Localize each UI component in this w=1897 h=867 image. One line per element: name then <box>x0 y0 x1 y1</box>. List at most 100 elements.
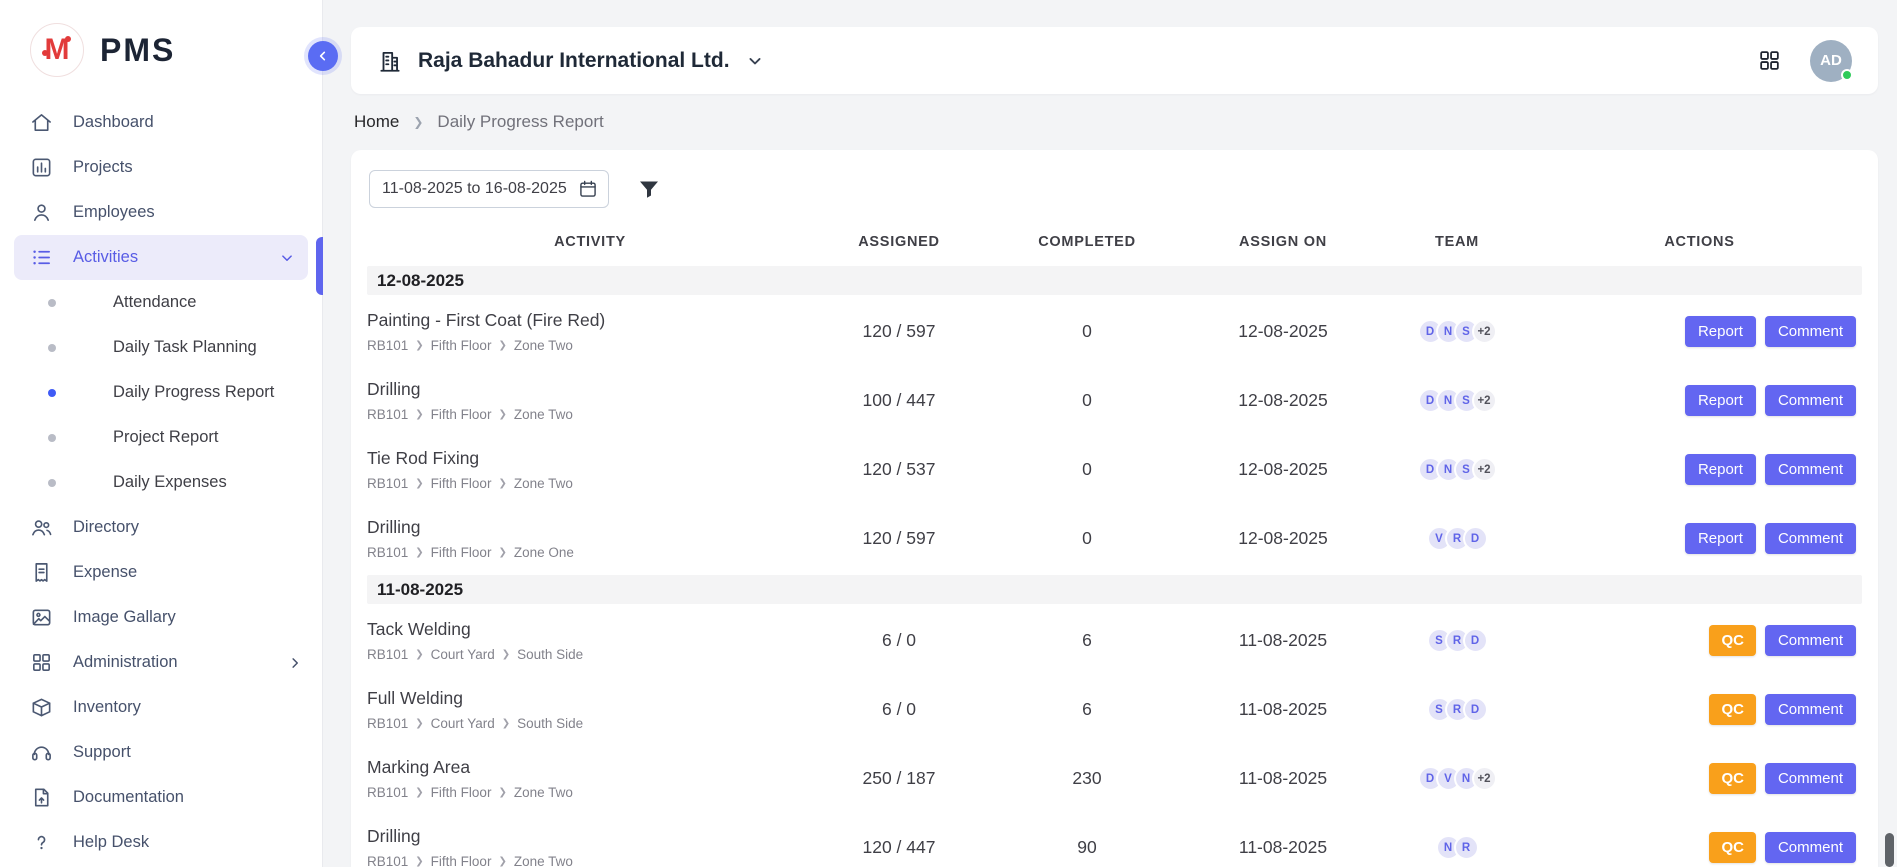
company-selector[interactable]: Raja Bahadur International Ltd. <box>377 48 765 74</box>
table-header: ACTIVITY ASSIGNED COMPLETED ASSIGN ON TE… <box>367 220 1862 264</box>
qc-button[interactable]: QC <box>1709 832 1756 863</box>
sidebar-item-expense[interactable]: Expense <box>0 550 322 595</box>
breadcrumb-separator-icon: ❯ <box>413 115 423 129</box>
completed-value: 6 <box>985 630 1189 651</box>
team-avatars: VRD <box>1377 526 1537 551</box>
row-actions: QC Comment <box>1537 763 1862 794</box>
breadcrumb-home[interactable]: Home <box>354 112 399 132</box>
activity-path: RB101❯Court Yard❯South Side <box>367 647 813 662</box>
group-date-label: 11-08-2025 <box>377 580 463 600</box>
activity-cell: Painting - First Coat (Fire Red) RB101❯F… <box>367 310 813 353</box>
sidebar-item-support[interactable]: Support <box>0 730 322 775</box>
column-header-assign-on: ASSIGN ON <box>1189 234 1377 250</box>
sidebar-subitem-label: Daily Progress Report <box>113 383 274 402</box>
qc-button[interactable]: QC <box>1709 763 1756 794</box>
path-separator-icon: ❯ <box>498 340 506 351</box>
report-button[interactable]: Report <box>1685 316 1756 347</box>
activity-path: RB101❯Fifth Floor❯Zone Two <box>367 476 813 491</box>
table-row: Painting - First Coat (Fire Red) RB101❯F… <box>367 297 1862 366</box>
vertical-scrollbar-thumb[interactable] <box>1885 833 1894 867</box>
activity-path: RB101❯Fifth Floor❯Zone Two <box>367 785 813 800</box>
comment-button[interactable]: Comment <box>1765 832 1856 863</box>
activity-cell: Drilling RB101❯Fifth Floor❯Zone Two <box>367 826 813 867</box>
bullet-icon <box>48 389 56 397</box>
user-avatar[interactable]: AD <box>1810 40 1852 82</box>
employees-icon <box>30 201 53 224</box>
sidebar-item-help-desk[interactable]: Help Desk <box>0 820 322 865</box>
qc-button[interactable]: QC <box>1709 694 1756 725</box>
breadcrumb: Home ❯ Daily Progress Report <box>323 94 1897 150</box>
sidebar-item-image-gallary[interactable]: Image Gallary <box>0 595 322 640</box>
path-segment: RB101 <box>367 338 408 353</box>
avatar-initials: AD <box>1820 52 1842 69</box>
filter-icon[interactable] <box>637 177 661 201</box>
comment-button[interactable]: Comment <box>1765 316 1856 347</box>
comment-button[interactable]: Comment <box>1765 523 1856 554</box>
sidebar-subitem-daily-progress-report[interactable]: Daily Progress Report <box>0 370 322 415</box>
report-button[interactable]: Report <box>1685 385 1756 416</box>
gallery-icon <box>30 606 53 629</box>
row-actions: QC Comment <box>1537 832 1862 863</box>
comment-button[interactable]: Comment <box>1765 385 1856 416</box>
filter-row: 11-08-2025 to 16-08-2025 <box>367 170 1862 208</box>
sidebar-item-label: Directory <box>73 518 139 537</box>
qc-button[interactable]: QC <box>1709 625 1756 656</box>
sidebar-subitem-label: Daily Task Planning <box>113 338 257 357</box>
sidebar-item-label: Administration <box>73 653 178 672</box>
sidebar-item-activities[interactable]: Activities <box>14 235 308 280</box>
row-actions: QC Comment <box>1537 694 1862 725</box>
top-header: Raja Bahadur International Ltd. AD <box>351 27 1878 94</box>
sidebar-subitem-attendance[interactable]: Attendance <box>0 280 322 325</box>
assign-on-value: 11-08-2025 <box>1189 699 1377 720</box>
row-actions: Report Comment <box>1537 523 1862 554</box>
bullet-icon <box>48 479 56 487</box>
report-button[interactable]: Report <box>1685 523 1756 554</box>
row-actions: Report Comment <box>1537 316 1862 347</box>
table-row: Drilling RB101❯Fifth Floor❯Zone Two 120 … <box>367 813 1862 867</box>
documentation-icon <box>30 786 53 809</box>
comment-button[interactable]: Comment <box>1765 454 1856 485</box>
breadcrumb-current: Daily Progress Report <box>437 112 603 132</box>
sidebar-item-dashboard[interactable]: Dashboard <box>0 100 322 145</box>
activity-cell: Drilling RB101❯Fifth Floor❯Zone One <box>367 517 813 560</box>
activity-path: RB101❯Court Yard❯South Side <box>367 716 813 731</box>
completed-value: 0 <box>985 390 1189 411</box>
calendar-icon <box>578 179 598 199</box>
sidebar-item-documentation[interactable]: Documentation <box>0 775 322 820</box>
path-separator-icon: ❯ <box>415 787 423 798</box>
comment-button[interactable]: Comment <box>1765 763 1856 794</box>
path-segment: RB101 <box>367 407 408 422</box>
activity-title: Drilling <box>367 826 813 847</box>
comment-button[interactable]: Comment <box>1765 625 1856 656</box>
sidebar-item-inventory[interactable]: Inventory <box>0 685 322 730</box>
activities-icon <box>30 246 53 269</box>
activity-cell: Full Welding RB101❯Court Yard❯South Side <box>367 688 813 731</box>
sidebar-item-employees[interactable]: Employees <box>0 190 322 235</box>
date-range-input[interactable]: 11-08-2025 to 16-08-2025 <box>369 170 609 208</box>
sidebar-subitem-daily-expenses[interactable]: Daily Expenses <box>0 460 322 505</box>
apps-grid-icon[interactable] <box>1757 48 1782 73</box>
sidebar-subitem-label: Project Report <box>113 428 218 447</box>
team-avatars: DNS+2 <box>1377 388 1537 413</box>
sidebar-subitem-daily-task-planning[interactable]: Daily Task Planning <box>0 325 322 370</box>
path-segment: Zone Two <box>514 854 573 867</box>
helpdesk-icon <box>30 831 53 854</box>
sidebar-subitem-project-report[interactable]: Project Report <box>0 415 322 460</box>
expense-icon <box>30 561 53 584</box>
report-button[interactable]: Report <box>1685 454 1756 485</box>
assigned-value: 6 / 0 <box>813 630 985 651</box>
activity-title: Tack Welding <box>367 619 813 640</box>
sidebar-item-projects[interactable]: Projects <box>0 145 322 190</box>
sidebar-item-administration[interactable]: Administration <box>0 640 322 685</box>
path-segment: RB101 <box>367 545 408 560</box>
sidebar-collapse-button[interactable] <box>308 41 338 71</box>
chevron-left-icon <box>315 48 331 64</box>
assign-on-value: 11-08-2025 <box>1189 630 1377 651</box>
assigned-value: 6 / 0 <box>813 699 985 720</box>
sidebar-item-directory[interactable]: Directory <box>0 505 322 550</box>
team-avatars: SRD <box>1377 697 1537 722</box>
team-avatars: DNS+2 <box>1377 457 1537 482</box>
comment-button[interactable]: Comment <box>1765 694 1856 725</box>
path-segment: RB101 <box>367 854 408 867</box>
path-segment: Fifth Floor <box>431 545 492 560</box>
